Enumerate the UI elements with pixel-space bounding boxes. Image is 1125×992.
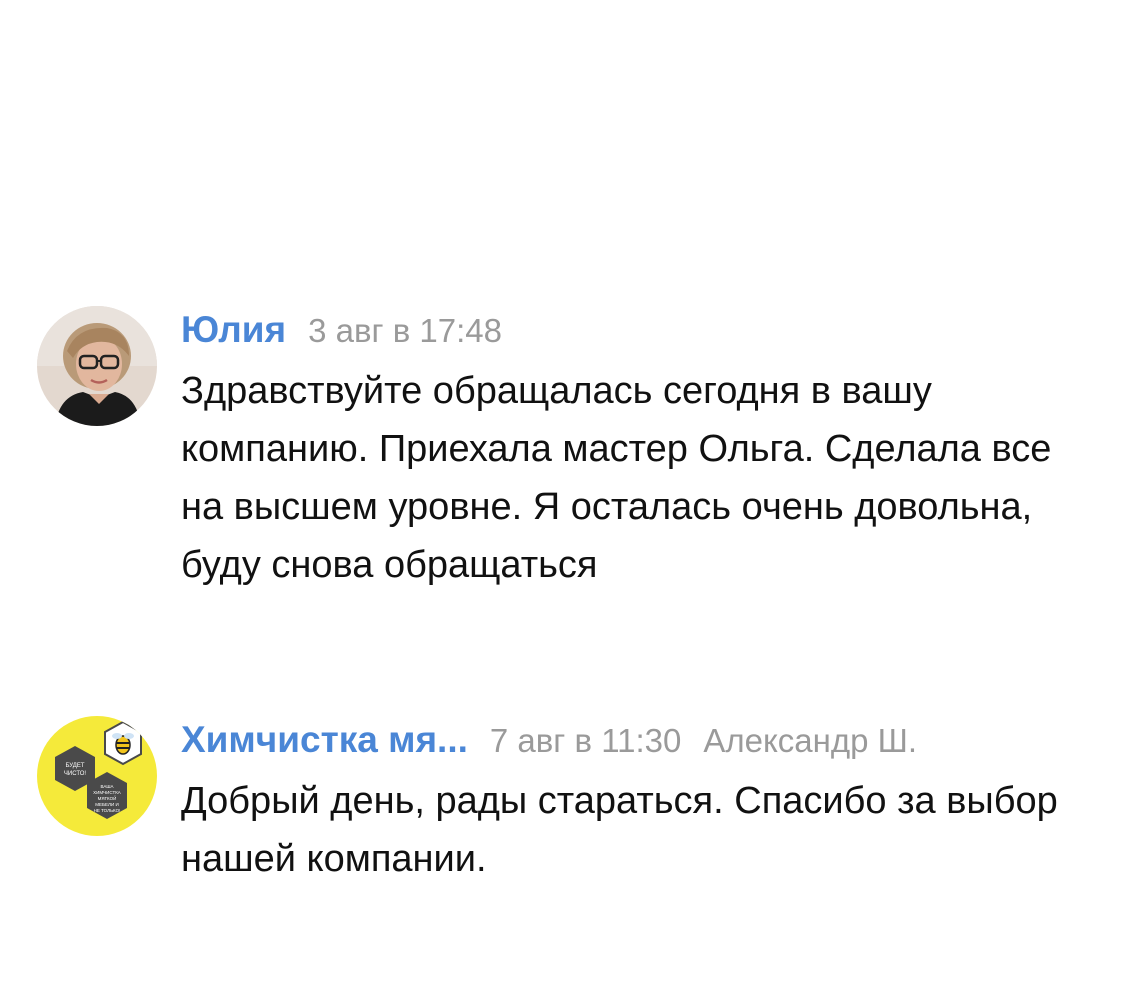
logo-text-bottom-2: ХИМЧИСТКА <box>93 790 121 795</box>
logo-text-left-1: БУДЕТ <box>65 763 84 769</box>
comment-text: Здравствуйте обращалась сегодня в вашу к… <box>181 370 1052 586</box>
comment-text: Добрый день, рады стараться. Спасибо за … <box>181 780 1058 880</box>
company-logo-icon: БУДЕТ ЧИСТО! ВАША ХИМЧИСТКА МЯГКОЙ МЕБЕЛ… <box>37 716 157 836</box>
logo-text-bottom-1: ВАША <box>101 784 114 789</box>
comment-date[interactable]: 3 авг в 17:48 <box>308 312 502 349</box>
user-avatar-icon <box>37 306 157 426</box>
comment-header: Юлия 3 авг в 17:48 <box>181 310 1105 350</box>
logo-text-bottom-4: МЕБЕЛИ И <box>95 802 118 807</box>
logo-text-bottom-5: НЕ ТОЛЬКО! <box>94 808 121 813</box>
avatar[interactable] <box>37 306 157 426</box>
reply-author[interactable]: Александр Ш. <box>703 722 917 759</box>
avatar[interactable]: БУДЕТ ЧИСТО! ВАША ХИМЧИСТКА МЯГКОЙ МЕБЕЛ… <box>37 716 157 836</box>
logo-text-left-2: ЧИСТО! <box>64 771 87 777</box>
comment-date[interactable]: 7 авг в 11:30 <box>490 722 681 759</box>
comment-header: Химчистка мя... 7 авг в 11:30 Александр Ш. <box>181 720 1105 760</box>
logo-text-bottom-3: МЯГКОЙ <box>98 794 117 801</box>
author-name[interactable]: Химчистка мя... <box>181 719 468 760</box>
author-name[interactable]: Юлия <box>181 309 286 350</box>
